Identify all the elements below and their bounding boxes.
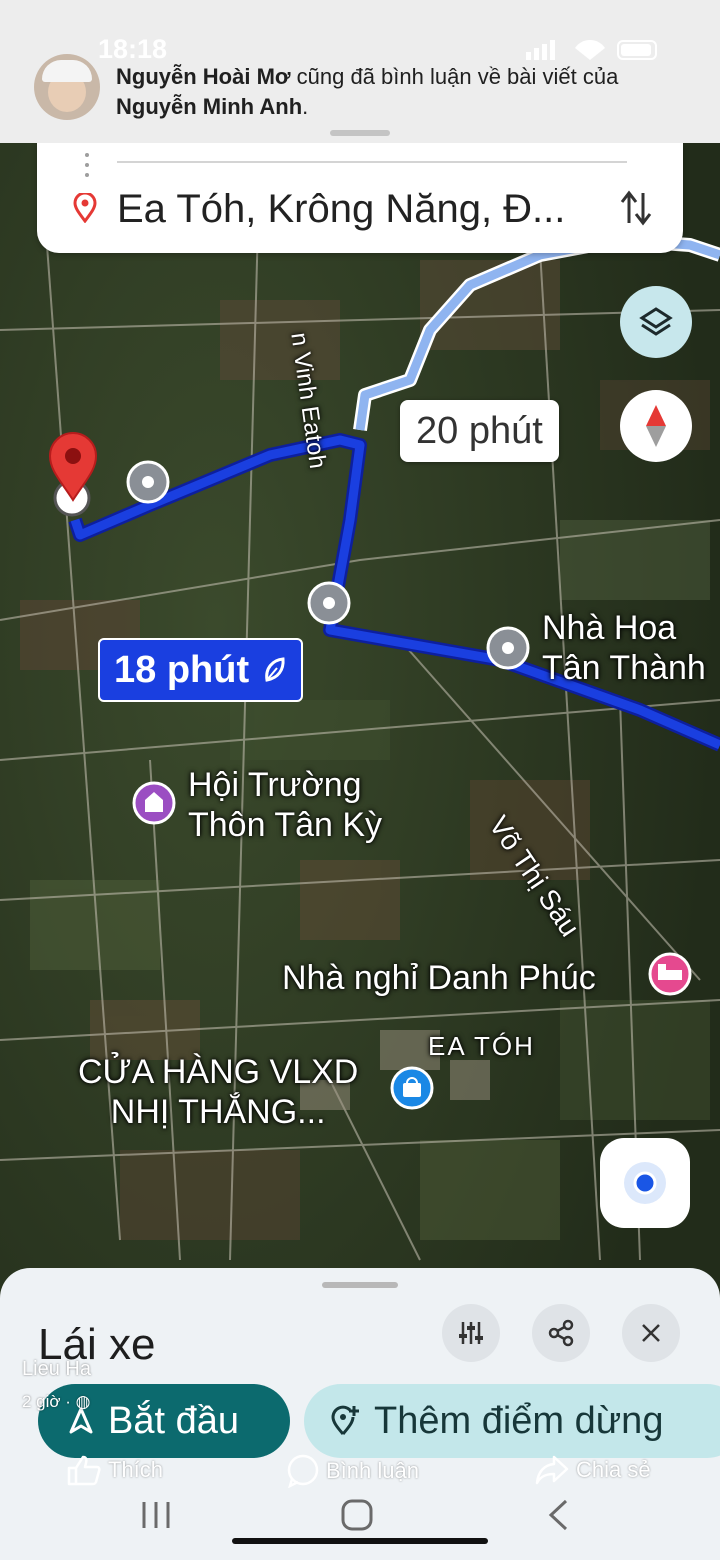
alt-route-time-badge[interactable]: 20 phút [400, 400, 559, 462]
post-author[interactable]: Lieu Ha [22, 1358, 91, 1381]
shop-icon[interactable] [390, 1066, 434, 1110]
alt-route-time: 20 phút [416, 409, 543, 452]
start-label: Bắt đầu [108, 1399, 239, 1442]
add-stop-label: Thêm điểm dừng [374, 1399, 664, 1442]
close-icon [642, 1324, 660, 1342]
waypoint-marker[interactable] [307, 581, 351, 625]
place-label-hoi-truong[interactable]: Hội Trường Thôn Tân Kỳ [188, 765, 382, 845]
swap-icon[interactable] [619, 189, 653, 227]
divider [117, 161, 627, 163]
tune-icon [459, 1322, 483, 1344]
location-pin-icon [73, 193, 97, 223]
add-location-icon [331, 1405, 359, 1435]
share-arrow-icon [535, 1455, 569, 1485]
my-location-icon [624, 1162, 666, 1204]
options-button[interactable] [442, 1304, 500, 1362]
main-route-time: 18 phút [114, 648, 250, 691]
place-label-nha-nghi[interactable]: Nhà nghỉ Danh Phúc [282, 958, 596, 998]
eco-leaf-icon [265, 657, 285, 682]
notification-text: Nguyễn Hoài Mơ cũng đã bình luận về bài … [116, 64, 619, 119]
notification-actor: Nguyễn Hoài Mơ [116, 64, 291, 89]
sheet-handle[interactable] [322, 1282, 398, 1288]
comment-button[interactable]: Bình luận [286, 1454, 419, 1488]
place-marker-nha-hoa[interactable] [486, 626, 530, 670]
notification-handle[interactable] [330, 130, 390, 136]
layers-icon [639, 307, 673, 336]
area-label: EA TÓH [428, 1031, 535, 1061]
notification-banner[interactable]: 18:18 Nguyễn Hoài Mơ cũng đã bình luận v… [0, 0, 720, 143]
like-button[interactable]: Thích [66, 1454, 163, 1486]
back-icon[interactable] [546, 1498, 570, 1532]
post-time: 2 giờ · ◍ [22, 1392, 91, 1411]
share-button[interactable] [532, 1304, 590, 1362]
status-icons [526, 39, 657, 60]
share-post-button[interactable]: Chia sẻ [534, 1454, 651, 1486]
status-time: 18:18 [98, 34, 168, 64]
main-route-time-badge[interactable]: 18 phút [98, 638, 304, 702]
landmark-icon[interactable] [132, 781, 176, 825]
comment-icon [287, 1454, 319, 1488]
notification-target: Nguyễn Minh Anh [116, 94, 303, 119]
my-location-button[interactable] [600, 1138, 690, 1228]
compass-icon [646, 405, 666, 447]
gesture-bar[interactable] [232, 1538, 488, 1544]
thumbs-up-icon [67, 1455, 101, 1486]
globe-icon: ◍ [75, 1392, 91, 1411]
compass-button[interactable] [620, 390, 692, 462]
directions-header[interactable]: Ea Tóh, Krông Năng, Đ... [37, 143, 683, 253]
recent-apps-icon[interactable] [140, 1500, 172, 1530]
route-dots-icon [85, 153, 89, 177]
layers-button[interactable] [620, 286, 692, 358]
share-icon [548, 1319, 574, 1347]
home-icon[interactable] [340, 1498, 374, 1532]
add-stop-button[interactable]: Thêm điểm dừng [304, 1384, 720, 1458]
destination-field[interactable]: Ea Tóh, Krông Năng, Đ... [117, 187, 565, 232]
place-label-cua-hang[interactable]: CỬA HÀNG VLXD NHỊ THẮNG... [78, 1052, 358, 1132]
system-nav-bar [0, 1492, 720, 1560]
hotel-icon[interactable] [648, 952, 692, 996]
waypoint-marker[interactable] [126, 460, 170, 504]
close-button[interactable] [622, 1304, 680, 1362]
avatar [34, 54, 100, 120]
place-label-nha-hoa[interactable]: Nhà Hoa Tân Thành [542, 608, 706, 688]
post-actions-bar: Thích Bình luận Chia sẻ [0, 1450, 720, 1492]
